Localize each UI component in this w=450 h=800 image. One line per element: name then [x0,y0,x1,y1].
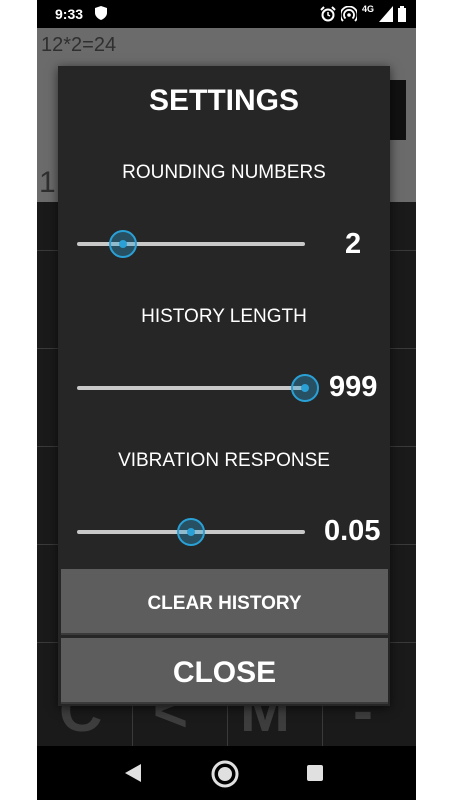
rounding-numbers-value: 2 [345,228,362,260]
network-type: 4G [361,4,374,14]
calculator-expression: 12*2=24 [41,34,117,56]
alarm-icon [320,6,336,22]
vibration-response-label: VIBRATION RESPONSE [118,450,330,471]
navigation-bar [37,746,416,800]
slider-track [77,386,305,390]
signal-icon [379,6,393,22]
vibration-response-slider[interactable] [77,514,305,550]
rounding-numbers-label: ROUNDING NUMBERS [122,162,326,183]
status-bar: 9:33 4G [37,0,416,28]
home-icon[interactable] [210,759,240,789]
dialog-title: SETTINGS [148,84,299,117]
status-time: 9:33 [55,6,84,22]
backspace-icon [390,80,406,140]
history-length-slider[interactable] [77,370,319,406]
history-length-value: 999 [329,371,378,403]
history-length-label: HISTORY LENGTH [141,306,307,327]
back-icon[interactable] [125,764,141,782]
close-button[interactable]: CLOSE [61,638,388,704]
settings-dialog: SETTINGS ROUNDING NUMBERS 2 HISTORY LENG… [58,66,390,706]
vibration-response-value: 0.05 [324,515,381,547]
status-icons: 4G [320,4,406,22]
clear-history-button[interactable]: CLEAR HISTORY [61,569,388,635]
recents-icon[interactable] [307,765,323,781]
shield-icon [95,6,107,20]
slider-thumb[interactable] [291,374,319,402]
rounding-numbers-slider[interactable] [77,226,305,262]
slider-thumb[interactable] [177,518,205,546]
slider-thumb[interactable] [108,230,137,258]
battery-icon [398,6,406,22]
calculator-result: 1 [39,166,56,199]
hotspot-icon [340,6,357,22]
